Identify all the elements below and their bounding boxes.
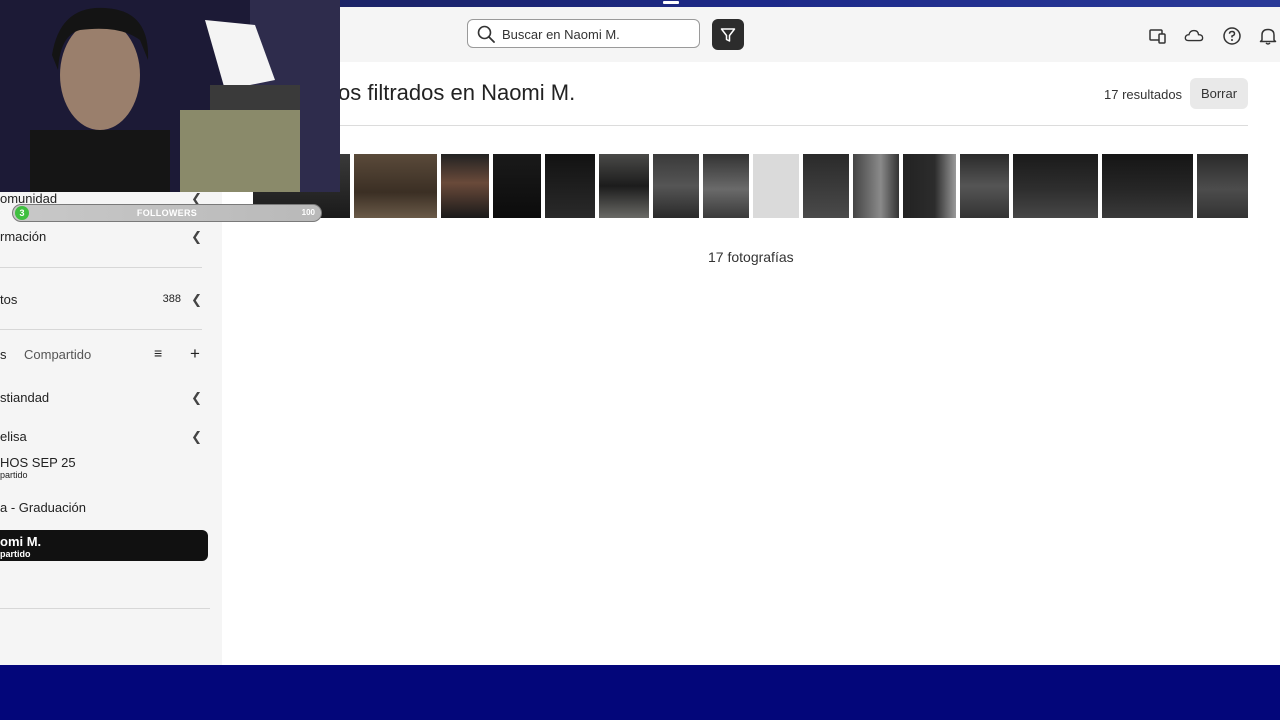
album-sub: partido (0, 549, 31, 559)
photo-thumbnail[interactable] (1197, 154, 1248, 218)
webcam-overlay (0, 0, 340, 192)
photo-thumbnail[interactable] (703, 154, 749, 218)
followers-goal-bar: 3 FOLLOWERS 100 (12, 204, 322, 222)
sort-icon[interactable]: ≡ (154, 345, 162, 361)
followers-goal: 100 (301, 208, 315, 217)
photo-thumbnail[interactable] (853, 154, 899, 218)
items-count: 388 (162, 293, 181, 305)
divider (0, 608, 210, 609)
photo-count: 17 fotografías (708, 249, 794, 265)
search-input[interactable] (502, 24, 692, 44)
photo-thumbnail[interactable] (1013, 154, 1098, 218)
album-name: elisa (0, 429, 27, 444)
chevron-left-icon: ❮ (191, 390, 202, 405)
photo-thumbnail[interactable] (599, 154, 649, 218)
photo-thumbnail[interactable] (493, 154, 541, 218)
devices-icon[interactable] (1148, 26, 1168, 46)
album-item[interactable]: a - Graduación (0, 500, 210, 515)
sidebar-item-info[interactable]: rmación ❮ (0, 229, 210, 244)
divider (0, 329, 202, 330)
album-item-selected[interactable]: omi M. partido (0, 530, 208, 561)
album-name: stiandad (0, 390, 50, 405)
cloud-icon[interactable] (1184, 26, 1204, 46)
photo-thumbnail[interactable] (545, 154, 595, 218)
chevron-left-icon: ❮ (191, 229, 202, 244)
photo-thumbnail[interactable] (1102, 154, 1193, 218)
divider (0, 267, 202, 268)
album-name: a - Graduación (0, 500, 86, 515)
sidebar-item-items[interactable]: tos 388 ❮ (0, 292, 210, 307)
add-icon[interactable]: + (190, 344, 200, 364)
photo-thumbnail[interactable] (753, 154, 799, 218)
album-item[interactable]: HOS SEP 25 partido (0, 455, 210, 480)
sidebar-item-label: tos (0, 292, 18, 307)
album-sub: partido (0, 470, 28, 480)
photo-thumbnail[interactable] (803, 154, 849, 218)
footer-bar (0, 665, 1280, 720)
help-icon[interactable] (1222, 26, 1242, 46)
main-panel (222, 62, 1280, 665)
photo-thumbnail[interactable] (903, 154, 956, 218)
album-name: omi M. (0, 534, 42, 549)
page-title: os filtrados en Naomi M. (338, 80, 576, 105)
drag-handle[interactable] (663, 1, 679, 4)
clear-button[interactable]: Borrar (1190, 78, 1248, 109)
album-item[interactable]: stiandad ❮ (0, 390, 210, 405)
sidebar-item-label: rmación (0, 229, 47, 244)
filter-icon (720, 27, 736, 42)
photo-thumbnail[interactable] (653, 154, 699, 218)
divider (338, 125, 1248, 126)
photo-thumbnail[interactable] (441, 154, 489, 218)
tab-shared[interactable]: Compartido (24, 347, 91, 362)
chevron-left-icon: ❮ (191, 292, 202, 307)
bell-icon[interactable] (1258, 26, 1278, 46)
results-count: 17 resultados (1104, 87, 1183, 102)
search-field[interactable] (467, 19, 700, 48)
search-icon (477, 25, 495, 43)
album-item[interactable]: elisa ❮ (0, 429, 210, 444)
photo-thumbnail[interactable] (960, 154, 1009, 218)
tab-mine[interactable]: s (0, 347, 7, 362)
webcam-image (0, 0, 340, 192)
photo-thumbnail[interactable] (354, 154, 437, 218)
album-name: HOS SEP 25 (0, 455, 76, 470)
chevron-left-icon: ❮ (191, 429, 202, 444)
followers-label: FOLLOWERS (136, 208, 198, 218)
filter-button[interactable] (712, 19, 744, 50)
